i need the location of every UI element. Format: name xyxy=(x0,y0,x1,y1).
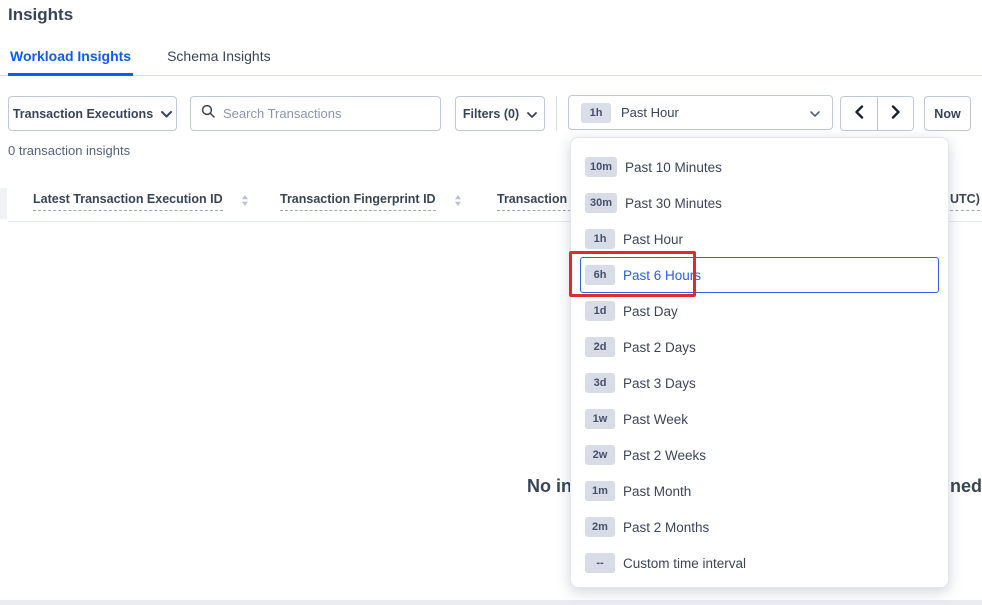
time-option-badge: 1m xyxy=(585,481,615,501)
time-option-label: Past Month xyxy=(623,484,691,499)
next-interval-button[interactable] xyxy=(877,97,913,130)
search-icon xyxy=(201,104,215,123)
time-option-6h[interactable]: 6h Past 6 Hours xyxy=(580,257,939,293)
tab-workload-insights[interactable]: Workload Insights xyxy=(8,48,133,75)
time-option-label: Past Day xyxy=(623,304,678,319)
time-interval-dropdown: 10m Past 10 Minutes 30m Past 30 Minutes 1h Pa… xyxy=(570,137,949,588)
empty-state-text-fragment-right: ned. xyxy=(950,476,982,497)
insights-page: Insights Workload Insights Schema Insight… xyxy=(0,0,982,605)
time-option-badge: 1h xyxy=(585,229,615,249)
chevron-down-icon xyxy=(810,104,820,122)
column-header-label: Latest Transaction Execution ID xyxy=(33,192,223,211)
tab-schema-insights[interactable]: Schema Insights xyxy=(165,48,273,75)
workload-type-label: Transaction Executions xyxy=(13,107,153,121)
bottom-section-edge xyxy=(0,600,982,605)
time-option-1h[interactable]: 1h Past Hour xyxy=(580,221,939,257)
now-button[interactable]: Now xyxy=(924,96,971,131)
time-option-10m[interactable]: 10m Past 10 Minutes xyxy=(580,149,939,185)
page-title: Insights xyxy=(8,5,73,25)
time-option-badge: 2w xyxy=(585,445,615,465)
column-header-label: UTC) xyxy=(950,192,980,211)
time-option-badge: 30m xyxy=(585,193,617,213)
time-option-2d[interactable]: 2d Past 2 Days xyxy=(580,329,939,365)
time-option-badge: 1w xyxy=(585,409,615,429)
time-option-badge: 3d xyxy=(585,373,615,393)
empty-state-text-fragment-left: No in xyxy=(527,476,572,497)
time-option-custom[interactable]: -- Custom time interval xyxy=(580,545,939,581)
filters-label: Filters (0) xyxy=(463,107,519,121)
time-option-label: Past Hour xyxy=(623,232,683,247)
time-option-badge: 1d xyxy=(585,301,615,321)
time-option-1w[interactable]: 1w Past Week xyxy=(580,401,939,437)
insights-count: 0 transaction insights xyxy=(8,143,130,158)
chevron-right-icon xyxy=(891,105,901,122)
time-option-badge: 2d xyxy=(585,337,615,357)
time-option-2w[interactable]: 2w Past 2 Weeks xyxy=(580,437,939,473)
chevron-down-icon xyxy=(161,107,172,121)
sort-icon[interactable] xyxy=(241,194,249,207)
time-option-label: Past 2 Days xyxy=(623,340,696,355)
time-option-badge: 2m xyxy=(585,517,615,537)
time-interval-badge: 1h xyxy=(581,103,611,123)
time-interval-label: Past Hour xyxy=(621,105,679,120)
time-option-3d[interactable]: 3d Past 3 Days xyxy=(580,365,939,401)
time-option-badge: 6h xyxy=(585,265,615,285)
time-option-30m[interactable]: 30m Past 30 Minutes xyxy=(580,185,939,221)
chevron-left-icon xyxy=(854,105,864,122)
column-header: UTC) xyxy=(950,192,980,211)
search-input-wrapper xyxy=(190,96,441,131)
chevron-down-icon xyxy=(527,107,537,121)
column-header[interactable]: Latest Transaction Execution ID xyxy=(33,192,249,211)
previous-interval-button[interactable] xyxy=(841,97,877,130)
time-option-2m[interactable]: 2m Past 2 Months xyxy=(580,509,939,545)
time-pager xyxy=(840,96,914,131)
time-option-label: Past 2 Months xyxy=(623,520,709,535)
sort-icon[interactable] xyxy=(454,194,462,207)
time-interval-select[interactable]: 1h Past Hour xyxy=(568,95,833,130)
filters-button[interactable]: Filters (0) xyxy=(455,96,545,131)
now-label: Now xyxy=(934,107,960,121)
toolbar-divider xyxy=(556,96,557,131)
time-option-1d[interactable]: 1d Past Day xyxy=(580,293,939,329)
time-option-label: Past 30 Minutes xyxy=(625,196,722,211)
time-option-label: Past 10 Minutes xyxy=(625,160,722,175)
time-option-1m[interactable]: 1m Past Month xyxy=(580,473,939,509)
tab-bar: Workload Insights Schema Insights xyxy=(0,44,982,76)
time-option-label: Past 2 Weeks xyxy=(623,448,706,463)
search-input[interactable] xyxy=(223,106,430,121)
time-option-label: Past 3 Days xyxy=(623,376,696,391)
column-header[interactable]: Transaction Fingerprint ID xyxy=(280,192,462,211)
time-option-label: Past Week xyxy=(623,412,688,427)
time-option-label: Custom time interval xyxy=(623,556,746,571)
time-option-label: Past 6 Hours xyxy=(623,268,701,283)
time-option-badge: -- xyxy=(585,553,615,573)
workload-type-select[interactable]: Transaction Executions xyxy=(8,96,177,131)
time-option-badge: 10m xyxy=(585,157,617,177)
column-header-label: Transaction Fingerprint ID xyxy=(280,192,436,211)
